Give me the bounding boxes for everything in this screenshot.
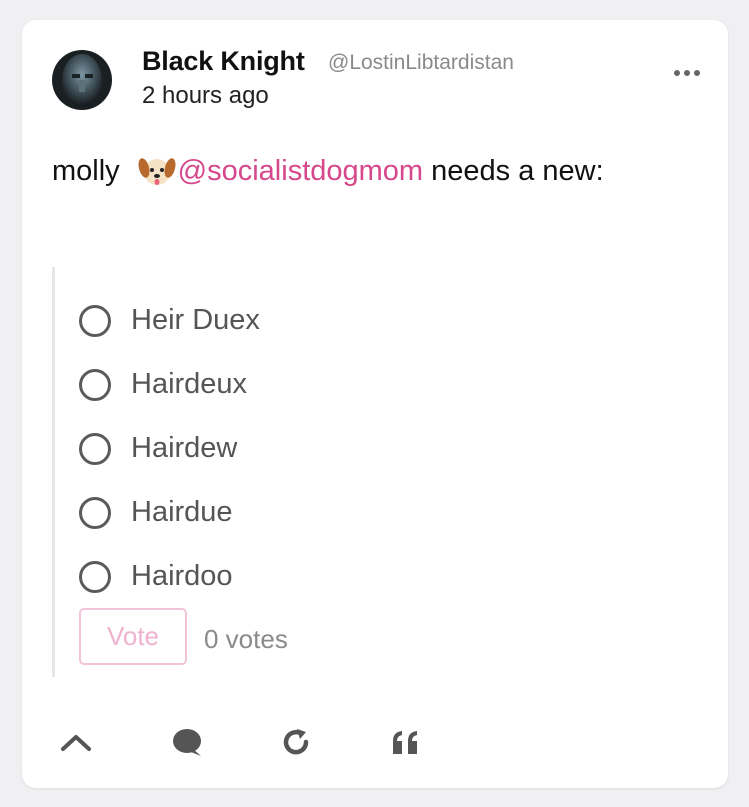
poll: Heir Duex Hairdeux Hairdew Hairdue Haird… [52,267,692,677]
avatar[interactable] [52,50,112,110]
vote-button[interactable]: Vote [79,608,187,665]
radio-icon[interactable] [79,496,111,529]
post-text-after: needs a new: [423,154,604,187]
post-text-before: molly [52,154,120,187]
vote-count: 0 votes [204,624,288,654]
comment-icon[interactable] [165,720,209,764]
post-card: Black Knight @LostinLibtardistan 2 hours… [22,20,728,788]
more-options-icon[interactable] [670,64,704,82]
poll-option[interactable]: Hairdeux [79,368,247,401]
poll-option-label: Hairdoo [131,560,233,592]
poll-option-label: Hairdue [131,496,233,528]
poll-option-label: Hairdeux [131,368,248,400]
poll-option[interactable]: Hairdue [79,496,233,529]
dog-emoji-icon [138,153,176,189]
radio-icon[interactable] [79,560,111,593]
radio-icon[interactable] [79,368,111,401]
repost-icon[interactable] [274,720,318,764]
quote-icon[interactable] [384,720,428,764]
author-name[interactable]: Black Knight [142,46,305,77]
poll-option[interactable]: Heir Duex [79,304,260,337]
post-timestamp[interactable]: 2 hours ago [142,82,269,110]
post-body: molly @socialistdogmom needs a new: [52,153,604,189]
poll-option-label: Heir Duex [131,304,260,336]
poll-option[interactable]: Hairdoo [79,560,233,593]
mention-link[interactable]: @socialistdogmom [178,155,423,188]
radio-icon[interactable] [79,304,111,337]
poll-option[interactable]: Hairdew [79,432,237,465]
author-handle[interactable]: @LostinLibtardistan [328,51,514,75]
radio-icon[interactable] [79,432,111,465]
poll-option-label: Hairdew [131,432,238,464]
upvote-icon[interactable] [54,720,98,764]
